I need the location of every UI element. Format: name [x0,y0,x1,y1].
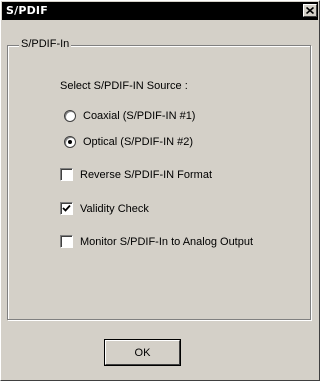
radio-selected-dot [68,140,72,144]
checkbox-validity-label: Validity Check [80,202,149,215]
radio-coaxial[interactable]: Coaxial (S/PDIF-IN #1) [64,110,195,122]
close-button[interactable] [303,4,317,17]
groupbox-title: S/PDIF-In [19,38,72,50]
radio-optical[interactable]: Optical (S/PDIF-IN #2) [64,136,193,148]
checkbox-monitor-box[interactable] [60,235,73,248]
checkbox-validity-box[interactable] [60,202,73,215]
checkbox-reverse-box[interactable] [60,168,73,181]
title-bar[interactable]: S/PDIF [2,2,318,20]
window-title: S/PDIF [6,4,48,17]
ok-button[interactable]: OK [105,340,180,365]
checkbox-monitor-label: Monitor S/PDIF-In to Analog Output [80,235,254,248]
checkmark-icon [62,204,71,212]
source-label: Select S/PDIF-IN Source : [60,80,188,92]
close-icon [306,7,314,14]
radio-button-optical[interactable] [64,136,76,148]
checkbox-monitor-analog[interactable]: Monitor S/PDIF-In to Analog Output [60,235,253,248]
radio-button-coaxial[interactable] [64,110,76,122]
checkbox-reverse-label: Reverse S/PDIF-IN Format [80,168,213,181]
checkbox-validity-check[interactable]: Validity Check [60,202,149,215]
radio-label-optical: Optical (S/PDIF-IN #2) [83,136,194,148]
checkbox-reverse-format[interactable]: Reverse S/PDIF-IN Format [60,168,212,181]
radio-label-coaxial: Coaxial (S/PDIF-IN #1) [83,110,196,122]
